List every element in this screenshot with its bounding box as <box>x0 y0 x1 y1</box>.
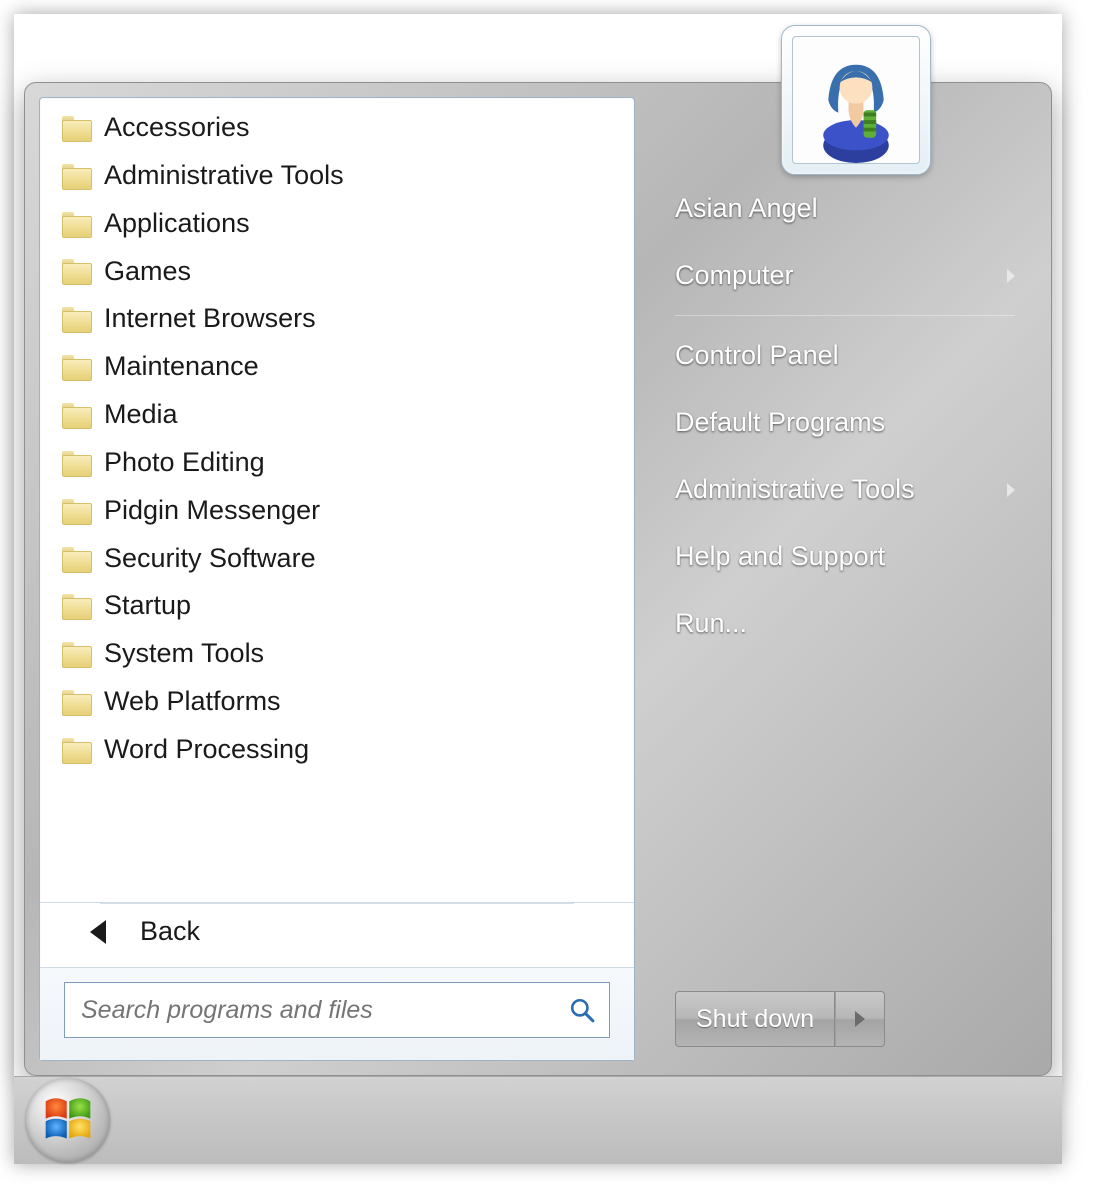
folder-icon <box>62 499 90 523</box>
places-item-label: Help and Support <box>675 541 885 572</box>
folder-icon <box>62 212 90 236</box>
taskbar[interactable] <box>14 1076 1062 1164</box>
folder-icon <box>62 690 90 714</box>
folder-icon <box>62 307 90 331</box>
program-folder-label: Games <box>104 251 191 293</box>
places-item[interactable]: Asian Angel <box>649 175 1037 242</box>
shutdown-row: Shut down <box>649 991 1037 1047</box>
places-panel: Asian Angel Computer Control Panel Default … <box>649 97 1037 1061</box>
all-programs-list[interactable]: Accessories Administrative Tools Applicati… <box>40 98 634 903</box>
program-folder[interactable]: Maintenance <box>40 343 634 391</box>
back-label: Back <box>140 916 200 947</box>
program-folder-label: Web Platforms <box>104 681 281 723</box>
places-item-label: Control Panel <box>675 340 839 371</box>
back-button[interactable]: Back <box>100 903 574 961</box>
program-folder[interactable]: Security Software <box>40 535 634 583</box>
separator <box>675 315 1015 316</box>
chevron-right-icon <box>1007 269 1015 283</box>
chevron-right-icon <box>1007 483 1015 497</box>
search-box[interactable] <box>64 982 610 1038</box>
user-picture-frame[interactable] <box>781 25 931 175</box>
program-folder-label: System Tools <box>104 633 264 675</box>
places-item-label: Asian Angel <box>675 193 818 224</box>
program-folder[interactable]: Word Processing <box>40 726 634 774</box>
folder-icon <box>62 164 90 188</box>
program-folder[interactable]: Media <box>40 391 634 439</box>
program-folder-label: Maintenance <box>104 346 259 388</box>
folder-icon <box>62 451 90 475</box>
start-button[interactable] <box>26 1078 110 1162</box>
back-arrow-icon <box>90 920 106 944</box>
places-item-label: Run... <box>675 608 747 639</box>
program-folder-label: Pidgin Messenger <box>104 490 320 532</box>
program-folder[interactable]: Accessories <box>40 104 634 152</box>
folder-icon <box>62 738 90 762</box>
folder-icon <box>62 355 90 379</box>
program-folder-label: Accessories <box>104 107 250 149</box>
programs-panel: Accessories Administrative Tools Applicati… <box>39 97 635 1061</box>
places-item[interactable]: Administrative Tools <box>649 456 1037 523</box>
program-folder[interactable]: Pidgin Messenger <box>40 487 634 535</box>
places-item[interactable]: Default Programs <box>649 389 1037 456</box>
program-folder-label: Administrative Tools <box>104 155 344 197</box>
folder-icon <box>62 116 90 140</box>
program-folder[interactable]: Startup <box>40 582 634 630</box>
places-item-label: Default Programs <box>675 407 885 438</box>
places-item-label: Administrative Tools <box>675 474 915 505</box>
start-menu: Accessories Administrative Tools Applicati… <box>24 82 1052 1076</box>
folder-icon <box>62 259 90 283</box>
program-folder-label: Media <box>104 394 178 436</box>
folder-icon <box>62 547 90 571</box>
program-folder[interactable]: System Tools <box>40 630 634 678</box>
program-folder-label: Startup <box>104 585 191 627</box>
program-folder[interactable]: Internet Browsers <box>40 295 634 343</box>
program-folder-label: Applications <box>104 203 250 245</box>
program-folder[interactable]: Applications <box>40 200 634 248</box>
program-folder[interactable]: Photo Editing <box>40 439 634 487</box>
shutdown-label: Shut down <box>696 1005 814 1034</box>
search-icon[interactable] <box>569 997 595 1023</box>
windows-logo-icon <box>37 1089 99 1151</box>
places-item-label: Computer <box>675 260 794 291</box>
user-picture <box>792 36 920 164</box>
shutdown-options-button[interactable] <box>835 991 885 1047</box>
folder-icon <box>62 642 90 666</box>
program-folder[interactable]: Administrative Tools <box>40 152 634 200</box>
chevron-right-icon <box>855 1011 865 1027</box>
places-item[interactable]: Control Panel <box>649 322 1037 389</box>
program-folder-label: Word Processing <box>104 729 309 771</box>
places-item[interactable]: Computer <box>649 242 1037 309</box>
program-folder-label: Internet Browsers <box>104 298 316 340</box>
program-folder-label: Photo Editing <box>104 442 265 484</box>
places-item[interactable]: Help and Support <box>649 523 1037 590</box>
folder-icon <box>62 594 90 618</box>
program-folder[interactable]: Web Platforms <box>40 678 634 726</box>
program-folder-label: Security Software <box>104 538 316 580</box>
places-item[interactable]: Run... <box>649 590 1037 657</box>
folder-icon <box>62 403 90 427</box>
program-folder[interactable]: Games <box>40 248 634 296</box>
shutdown-button[interactable]: Shut down <box>675 991 835 1047</box>
search-input[interactable] <box>81 996 559 1025</box>
search-area <box>40 967 634 1060</box>
